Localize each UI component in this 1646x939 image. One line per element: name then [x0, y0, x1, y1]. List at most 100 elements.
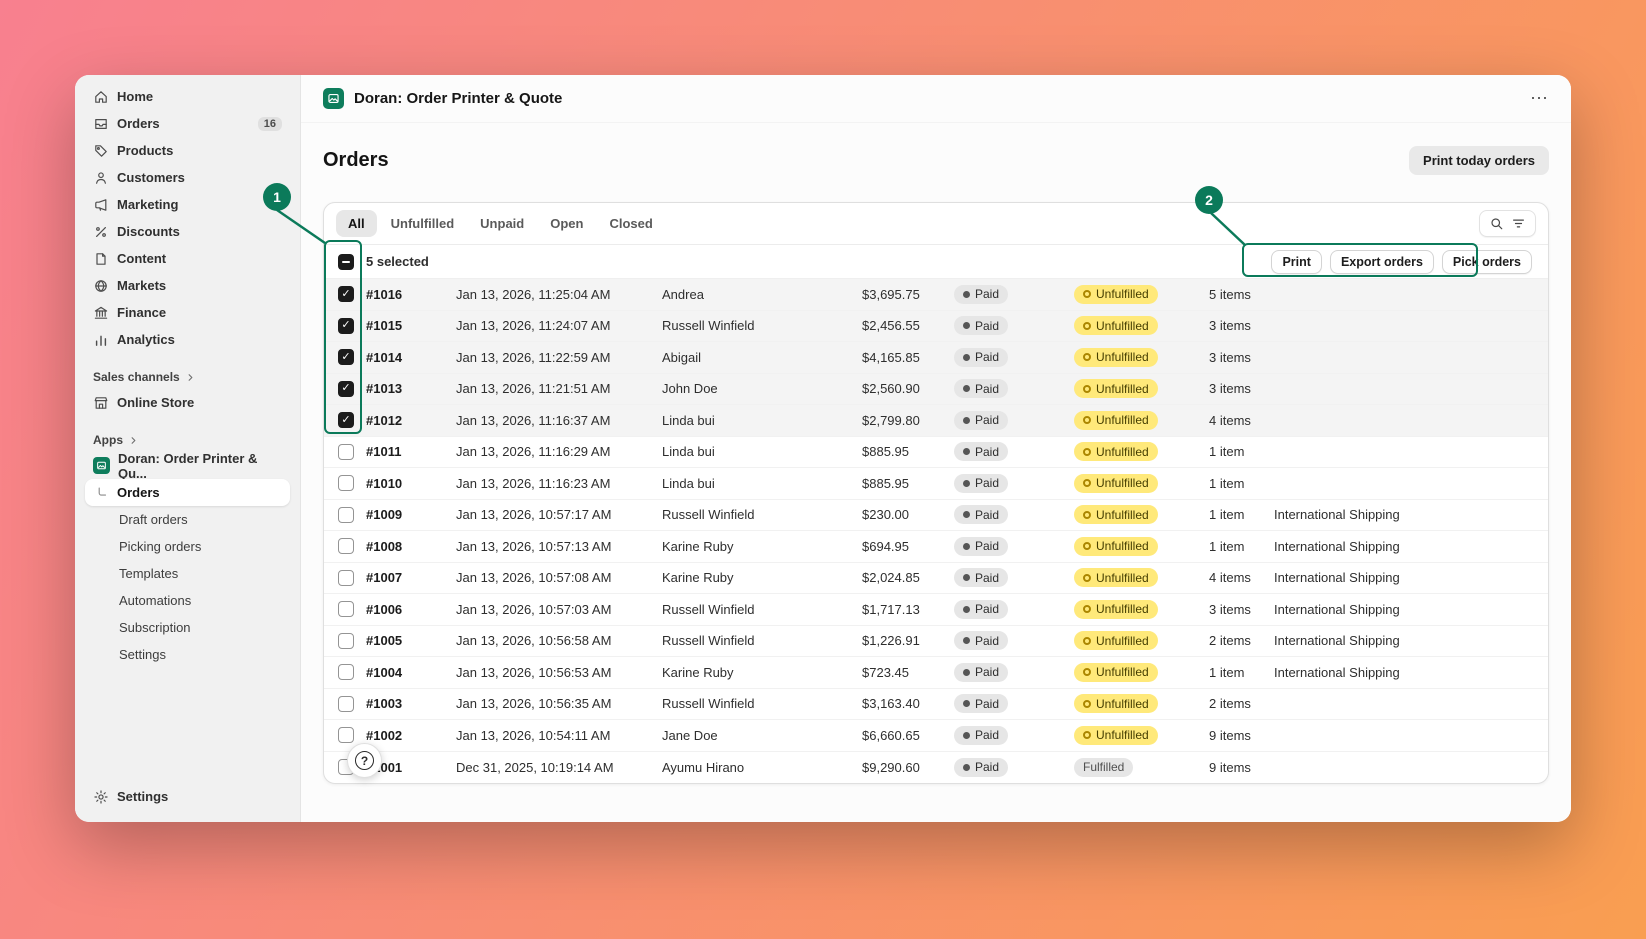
sidebar-item-content[interactable]: Content	[85, 245, 290, 272]
order-id[interactable]: #1005	[366, 633, 456, 648]
table-row[interactable]: #1009 Jan 13, 2026, 10:57:17 AM Russell …	[324, 500, 1548, 531]
select-all-checkbox[interactable]	[338, 253, 354, 270]
table-row[interactable]: #1004 Jan 13, 2026, 10:56:53 AM Karine R…	[324, 657, 1548, 689]
sidebar-subitem-picking-orders[interactable]: Picking orders	[85, 533, 290, 560]
tab-unpaid[interactable]: Unpaid	[468, 210, 536, 237]
table-row[interactable]: #1010 Jan 13, 2026, 11:16:23 AM Linda bu…	[324, 468, 1548, 500]
row-checkbox[interactable]	[338, 506, 354, 523]
print-today-orders-button[interactable]: Print today orders	[1409, 146, 1549, 175]
sidebar-item-online-store[interactable]: Online Store	[85, 389, 290, 416]
order-id[interactable]: #1013	[366, 381, 456, 396]
table-row[interactable]: #1016 Jan 13, 2026, 11:25:04 AM Andrea $…	[324, 279, 1548, 311]
sidebar-item-analytics[interactable]: Analytics	[85, 326, 290, 353]
fulfillment-status-badge: Unfulfilled	[1074, 568, 1158, 588]
apps-section[interactable]: Apps	[85, 428, 290, 452]
sidebar-subitem-templates[interactable]: Templates	[85, 560, 290, 587]
sidebar-item-products[interactable]: Products	[85, 137, 290, 164]
order-customer: Karine Ruby	[662, 538, 734, 554]
print-button[interactable]: Print	[1271, 249, 1322, 274]
order-date: Jan 13, 2026, 10:57:03 AM	[456, 601, 612, 617]
sidebar-item-customers[interactable]: Customers	[85, 164, 290, 191]
unfulfilled-ring-icon	[1083, 447, 1091, 456]
sidebar-item-orders[interactable]: Orders 16	[85, 110, 290, 137]
search-and-filter-button[interactable]	[1479, 210, 1536, 237]
row-checkbox[interactable]	[338, 601, 354, 618]
fulfillment-status-badge: Unfulfilled	[1074, 316, 1158, 336]
order-id[interactable]: #1004	[366, 665, 456, 680]
row-checkbox[interactable]	[338, 569, 354, 586]
sidebar-subitem-automations[interactable]: Automations	[85, 587, 290, 614]
sidebar-item-marketing[interactable]: Marketing	[85, 191, 290, 218]
table-row[interactable]: #1011 Jan 13, 2026, 11:16:29 AM Linda bu…	[324, 437, 1548, 468]
order-date: Jan 13, 2026, 10:56:35 AM	[456, 696, 612, 712]
sidebar-item-doran-app[interactable]: Doran: Order Printer & Qu...	[85, 451, 290, 481]
row-checkbox[interactable]	[338, 286, 354, 303]
row-checkbox[interactable]	[338, 443, 354, 460]
order-id[interactable]: #1009	[366, 507, 456, 522]
orders-icon	[93, 116, 109, 132]
order-items-count: 3 items	[1209, 381, 1251, 397]
row-checkbox[interactable]	[338, 380, 354, 397]
row-checkbox[interactable]	[338, 317, 354, 334]
sidebar-subitem-draft-orders[interactable]: Draft orders	[85, 506, 290, 533]
order-items-count: 1 item	[1209, 507, 1245, 523]
paid-dot-icon	[963, 700, 970, 708]
tab-closed[interactable]: Closed	[597, 210, 664, 237]
table-row[interactable]: #1015 Jan 13, 2026, 11:24:07 AM Russell …	[324, 310, 1548, 342]
row-checkbox[interactable]	[338, 727, 354, 744]
overflow-menu-button[interactable]: ⋯	[1530, 88, 1549, 109]
table-row[interactable]: #1013 Jan 13, 2026, 11:21:51 AM John Doe…	[324, 373, 1548, 405]
sidebar-subitem-settings[interactable]: Settings	[85, 641, 290, 668]
order-date: Jan 13, 2026, 10:57:13 AM	[456, 538, 612, 554]
row-checkbox[interactable]	[338, 632, 354, 649]
help-button[interactable]: ?	[347, 743, 382, 778]
order-id[interactable]: #1010	[366, 476, 456, 491]
row-checkbox[interactable]	[338, 349, 354, 366]
order-customer: Ayumu Hirano	[662, 759, 745, 775]
export-orders-button[interactable]: Export orders	[1329, 249, 1434, 274]
pick-orders-button[interactable]: Pick orders	[1441, 249, 1532, 274]
sidebar-subitem-orders[interactable]: Orders	[85, 479, 290, 506]
order-id[interactable]: #1014	[366, 350, 456, 365]
order-id[interactable]: #1006	[366, 602, 456, 617]
row-checkbox[interactable]	[338, 664, 354, 681]
unfulfilled-ring-icon	[1083, 668, 1091, 677]
sidebar-subitem-subscription[interactable]: Subscription	[85, 614, 290, 641]
table-row[interactable]: #1005 Jan 13, 2026, 10:56:58 AM Russell …	[324, 626, 1548, 657]
tab-open[interactable]: Open	[538, 210, 595, 237]
discounts-percent-icon	[93, 224, 109, 240]
sidebar-item-markets[interactable]: Markets	[85, 272, 290, 299]
tab-unfulfilled[interactable]: Unfulfilled	[379, 210, 467, 237]
table-row[interactable]: #1001 Dec 31, 2025, 10:19:14 AM Ayumu Hi…	[324, 752, 1548, 784]
table-row[interactable]: #1007 Jan 13, 2026, 10:57:08 AM Karine R…	[324, 563, 1548, 594]
row-checkbox[interactable]	[338, 538, 354, 555]
order-id[interactable]: #1011	[366, 444, 456, 459]
sidebar-item-finance[interactable]: Finance	[85, 299, 290, 326]
paid-dot-icon	[963, 416, 970, 424]
paid-dot-icon	[963, 574, 970, 582]
order-id[interactable]: #1008	[366, 539, 456, 554]
order-id[interactable]: #1016	[366, 287, 456, 302]
table-row[interactable]: #1006 Jan 13, 2026, 10:57:03 AM Russell …	[324, 594, 1548, 626]
table-row[interactable]: #1012 Jan 13, 2026, 11:16:37 AM Linda bu…	[324, 405, 1548, 437]
payment-status-label: Paid	[975, 570, 1000, 585]
sales-channels-section[interactable]: Sales channels	[85, 365, 290, 389]
table-row[interactable]: #1002 Jan 13, 2026, 10:54:11 AM Jane Doe…	[324, 720, 1548, 752]
order-id[interactable]: #1012	[366, 413, 456, 428]
sidebar-item-home[interactable]: Home	[85, 83, 290, 110]
paid-dot-icon	[963, 511, 970, 519]
order-id[interactable]: #1007	[366, 570, 456, 585]
table-row[interactable]: #1008 Jan 13, 2026, 10:57:13 AM Karine R…	[324, 531, 1548, 563]
tab-all[interactable]: All	[336, 210, 377, 237]
order-id[interactable]: #1015	[366, 318, 456, 333]
order-id[interactable]: #1002	[366, 728, 456, 743]
table-row[interactable]: #1014 Jan 13, 2026, 11:22:59 AM Abigail …	[324, 342, 1548, 374]
order-id[interactable]: #1003	[366, 696, 456, 711]
order-items-count: 3 items	[1209, 318, 1251, 334]
sidebar-item-discounts[interactable]: Discounts	[85, 218, 290, 245]
row-checkbox[interactable]	[338, 475, 354, 492]
sidebar-item-settings[interactable]: Settings	[85, 783, 290, 810]
table-row[interactable]: #1003 Jan 13, 2026, 10:56:35 AM Russell …	[324, 689, 1548, 720]
row-checkbox[interactable]	[338, 695, 354, 712]
row-checkbox[interactable]	[338, 412, 354, 429]
